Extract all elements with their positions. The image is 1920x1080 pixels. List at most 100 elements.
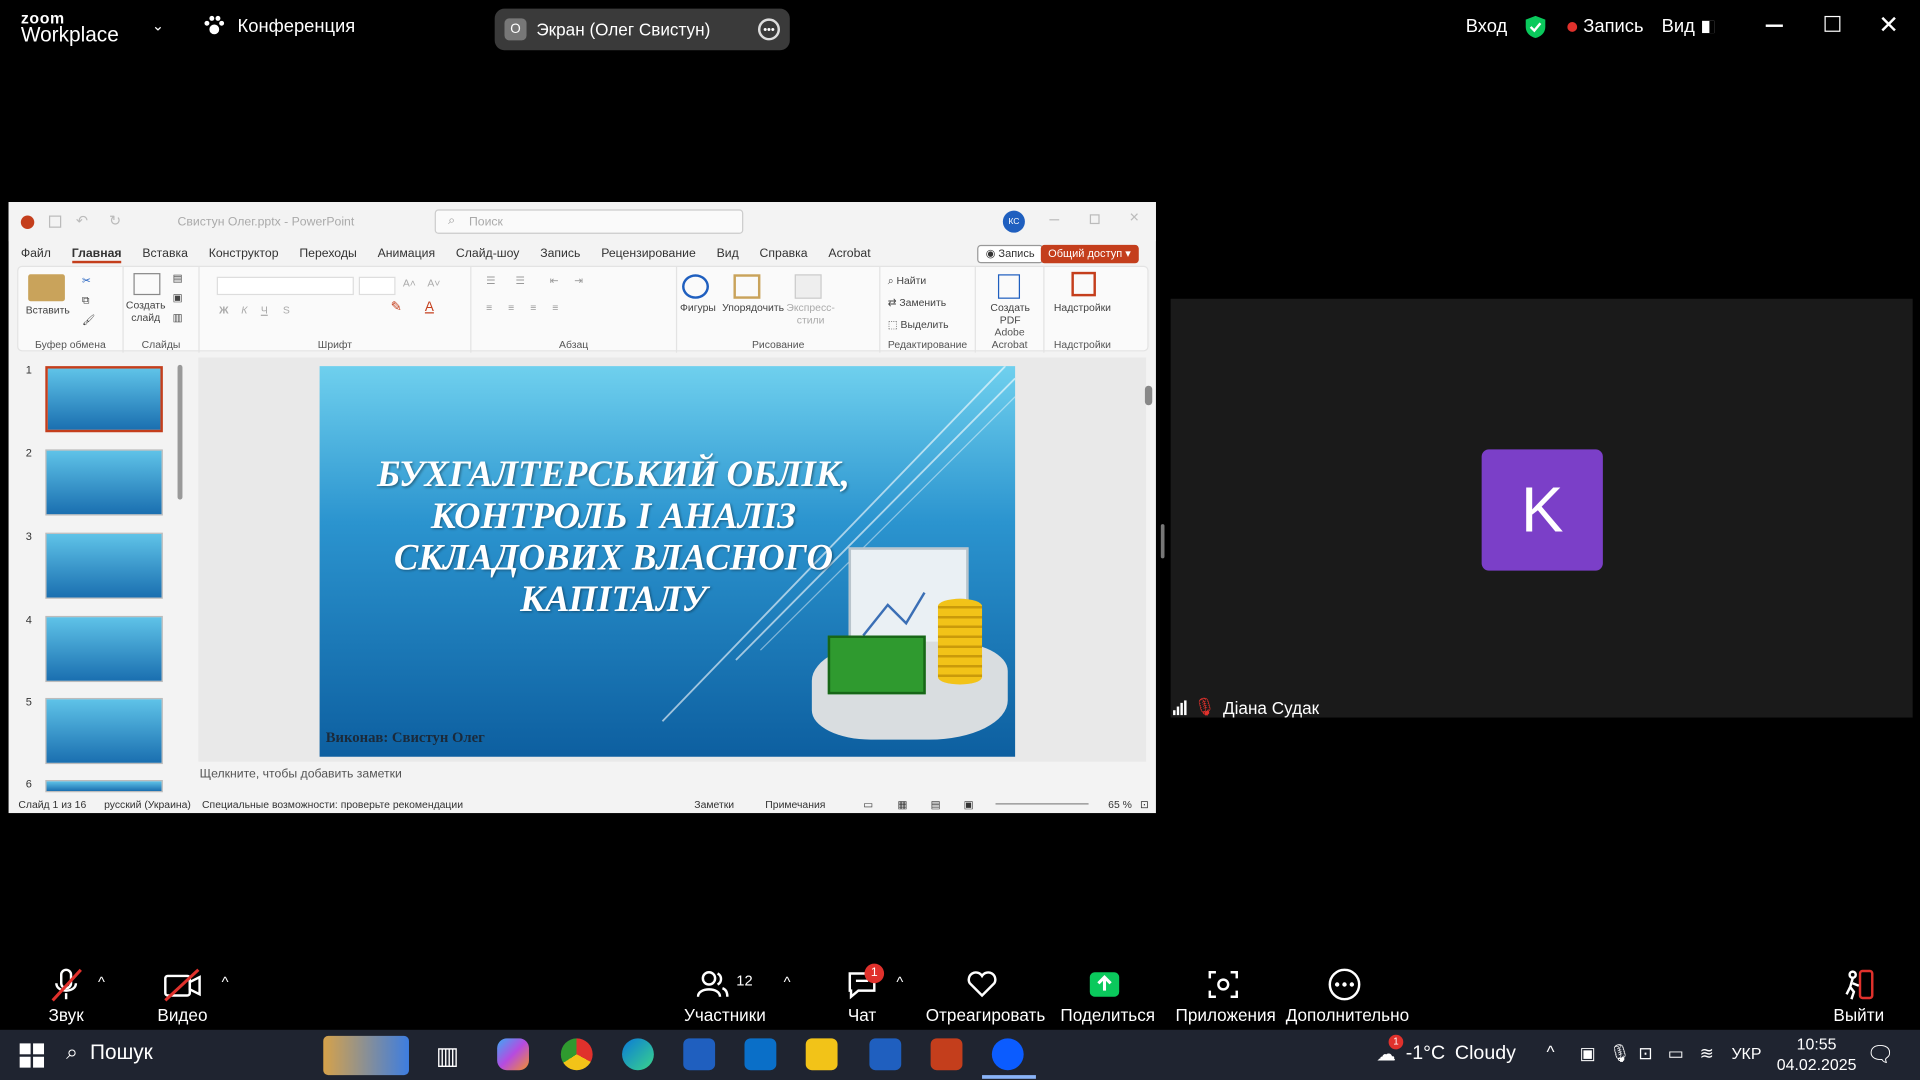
font-size-select[interactable] (358, 276, 396, 296)
slide-thumbnail-3[interactable] (45, 532, 163, 599)
section-icon[interactable]: ▥ (173, 311, 183, 323)
quick-styles-icon[interactable] (794, 274, 822, 299)
chevron-down-icon[interactable]: ⌄ (152, 17, 164, 34)
cut-icon[interactable]: ✂ (82, 274, 91, 286)
store-icon[interactable] (683, 1038, 716, 1071)
notes-placeholder[interactable]: Щелкните, чтобы добавить заметки (200, 768, 402, 781)
new-slide-icon[interactable] (133, 273, 161, 296)
input-language[interactable]: УКР (1731, 1044, 1761, 1062)
video-button[interactable]: Видео (154, 964, 210, 1025)
user-avatar[interactable]: КС (1002, 210, 1025, 233)
share-button[interactable]: Общий доступ ▾ (1040, 244, 1139, 264)
justify-icon[interactable]: ≡ (552, 301, 558, 313)
security-shield-icon[interactable] (1525, 15, 1547, 46)
font-family-select[interactable] (216, 276, 354, 296)
meeting-menu[interactable]: Конференция (203, 15, 355, 37)
new-slide-label-1[interactable]: Создать (124, 299, 168, 311)
taskbar-search[interactable]: ⌕ Пошук (66, 1041, 153, 1065)
slide-sorter-icon[interactable]: ▦ (898, 798, 908, 811)
clock[interactable]: 10:55 04.02.2025 (1777, 1033, 1857, 1075)
quick-styles-label-1[interactable]: Экспресс- (780, 301, 841, 313)
tray-wifi-icon[interactable]: ≋ (1700, 1043, 1714, 1064)
participants-button[interactable]: 12 Участники (681, 964, 769, 1025)
shapes-icon[interactable] (682, 274, 709, 299)
audio-options-caret[interactable]: ^ (98, 973, 105, 990)
slide-thumbnail-5[interactable] (45, 697, 163, 765)
signin-button[interactable]: Вход (1466, 16, 1508, 37)
tray-meet-icon[interactable]: ▣ (1580, 1043, 1596, 1064)
new-slide-label-2[interactable]: слайд (124, 311, 168, 323)
shadow-icon[interactable]: S (283, 304, 290, 316)
file-explorer-icon[interactable] (805, 1038, 838, 1071)
quick-styles-label-2[interactable]: стили (780, 313, 841, 325)
tray-chevron-icon[interactable]: ^ (1547, 1042, 1555, 1062)
restore-icon[interactable] (1824, 15, 1841, 32)
notification-center-icon[interactable]: 🗨︎ (1866, 1042, 1894, 1068)
undo-icon[interactable]: ↶ (76, 212, 88, 229)
close-icon[interactable]: ✕ (1878, 10, 1899, 41)
search-highlight-icon[interactable] (323, 1035, 409, 1076)
language-indicator[interactable]: русский (Украина) (104, 798, 191, 810)
chrome-icon[interactable] (560, 1038, 593, 1071)
minimize-icon[interactable] (1765, 24, 1783, 27)
ppt-search-input[interactable]: ⌕ Поиск (434, 209, 744, 234)
word-icon[interactable] (869, 1038, 902, 1071)
tab-file[interactable]: Файл (21, 247, 51, 263)
select-button[interactable]: ⬚ Выделить (888, 318, 949, 330)
apps-button[interactable]: Приложения (1176, 964, 1276, 1025)
font-color-icon[interactable]: A (425, 301, 434, 314)
slide-thumbnail-1[interactable] (45, 366, 163, 433)
accessibility-status[interactable]: Специальные возможности: проверьте реком… (202, 798, 463, 810)
copy-icon[interactable]: ⧉ (82, 294, 89, 306)
font-grow-icon[interactable]: A˄ (403, 277, 416, 289)
reading-view-icon[interactable]: ▤ (931, 798, 941, 811)
tab-design[interactable]: Конструктор (209, 247, 279, 263)
addins-button[interactable]: Надстройки (1044, 301, 1120, 313)
underline-icon[interactable]: Ч (261, 304, 268, 316)
find-button[interactable]: ⌕ Найти (888, 274, 926, 286)
more-button[interactable]: Дополнительно (1286, 964, 1409, 1025)
record-button[interactable]: ◉ Запись (977, 244, 1044, 264)
tab-home[interactable]: Главная (71, 247, 122, 264)
more-options-icon[interactable]: ••• (757, 18, 781, 41)
windows-start-icon[interactable] (19, 1043, 45, 1074)
chat-button[interactable]: 1 Чат (840, 963, 885, 1025)
indent-increase-icon[interactable]: ⇥ (574, 274, 583, 286)
paste-button[interactable]: Вставить (21, 304, 75, 316)
layout-icon[interactable]: ▤ (173, 272, 183, 284)
outlook-icon[interactable] (744, 1038, 777, 1071)
bold-icon[interactable]: Ж (219, 304, 228, 316)
zoom-slider[interactable] (995, 803, 1089, 805)
font-shrink-icon[interactable]: A˅ (427, 277, 440, 289)
indent-decrease-icon[interactable]: ⇤ (550, 274, 559, 286)
video-options-caret[interactable]: ^ (222, 973, 229, 990)
weather-widget[interactable]: ☁ 1 -1°C Cloudy (1376, 1034, 1516, 1066)
share-screen-button[interactable]: Поделиться (1060, 964, 1155, 1025)
paste-icon[interactable] (28, 274, 65, 302)
view-button[interactable]: Вид (1662, 16, 1715, 37)
addins-icon[interactable] (1071, 271, 1096, 297)
chat-options-caret[interactable]: ^ (896, 973, 903, 990)
arrange-icon[interactable] (733, 274, 761, 299)
tray-battery-icon[interactable]: ▭ (1668, 1043, 1684, 1064)
tray-microphone-icon[interactable]: 🎙︎ (1609, 1043, 1631, 1064)
tab-transitions[interactable]: Переходы (299, 247, 356, 263)
reset-icon[interactable]: ▣ (173, 291, 183, 303)
zoom-level[interactable]: 65 % (1108, 798, 1132, 810)
tab-help[interactable]: Справка (760, 247, 808, 263)
tray-screen-icon[interactable]: ⊡ (1638, 1043, 1652, 1064)
replace-button[interactable]: ⇄ Заменить (888, 296, 946, 308)
tab-review[interactable]: Рецензирование (601, 247, 696, 263)
zoom-taskbar-icon[interactable] (991, 1038, 1024, 1071)
tab-view[interactable]: Вид (717, 247, 739, 263)
bullets-icon[interactable]: ☰ (486, 274, 495, 286)
tab-record[interactable]: Запись (540, 247, 580, 263)
save-icon[interactable] (48, 215, 62, 228)
slideshow-icon[interactable]: ▣ (964, 798, 974, 811)
screen-share-indicator[interactable]: О Экран (Олег Свистун) ••• (494, 8, 790, 51)
slide-thumbnail-2[interactable] (45, 449, 163, 516)
current-slide[interactable]: БУХГАЛТЕРСЬКИЙ ОБЛІК, КОНТРОЛЬ І АНАЛІЗ … (319, 366, 1016, 757)
react-button[interactable]: Отреагировать (926, 964, 1045, 1025)
create-pdf-icon[interactable] (997, 274, 1021, 299)
thumbnail-scrollbar[interactable] (177, 364, 183, 500)
